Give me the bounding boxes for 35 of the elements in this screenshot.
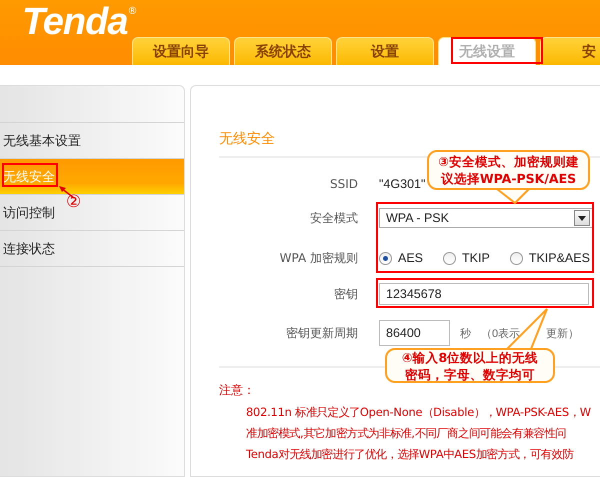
callout-text: 密码，字母、数字均可 (405, 366, 535, 382)
brand-logo: Tenda (22, 0, 128, 44)
input-field[interactable]: 86400 (379, 320, 450, 346)
field-label: SSID (328, 177, 358, 191)
sidebar-item[interactable]: 连接状态 (0, 230, 184, 266)
ssid-value: "4G301" (379, 177, 426, 191)
note-text: Tenda对无线加密进行了优化，选择WPA中AES加密方式，可有效防 (246, 447, 574, 462)
radio-button[interactable] (443, 252, 456, 264)
radio-label: TKIP&AES (528, 251, 590, 265)
highlight-frame (2, 163, 58, 187)
note-text: 准加密模式,其它加密方式为非标准,不同厂商之间可能会有兼容性问 (246, 426, 568, 441)
radio-button[interactable] (379, 252, 392, 264)
nav-tab[interactable]: 系统状态 (234, 37, 332, 65)
radio-label: TKIP (462, 251, 490, 265)
note-title: 注意： (219, 382, 256, 399)
unit-label: 秒 (460, 326, 471, 340)
callout-text: 议选择WPA-PSK/AES (440, 170, 576, 187)
field-label: 密钥更新周期 (285, 324, 358, 342)
nav-tab[interactable]: 安 (540, 37, 600, 65)
hint-text: 更新） (546, 326, 580, 340)
note-text: 802.11n 标准只定义了Open-None（Disable），WPA-PSK-AES，W (246, 405, 592, 420)
dropdown-arrow-icon (578, 216, 586, 220)
radio-button[interactable] (510, 252, 523, 264)
field-label: 密钥 (333, 286, 358, 302)
nav-tab[interactable]: 设置 (336, 37, 434, 65)
field-label: 安全模式 (309, 210, 358, 226)
input-field[interactable]: 12345678 (379, 283, 589, 305)
step-number: ② (66, 192, 82, 212)
nav-tab[interactable]: 设置向导 (132, 37, 230, 65)
callout-text: ④输入8位数以上的无线 (402, 348, 538, 366)
field-label: WPA 加密规则 (278, 250, 358, 266)
hint-text: （0表示 (481, 326, 520, 340)
registered-mark: ® (128, 6, 138, 17)
radio-label: AES (398, 251, 424, 265)
security-mode-select[interactable]: WPA - PSK (379, 208, 593, 228)
